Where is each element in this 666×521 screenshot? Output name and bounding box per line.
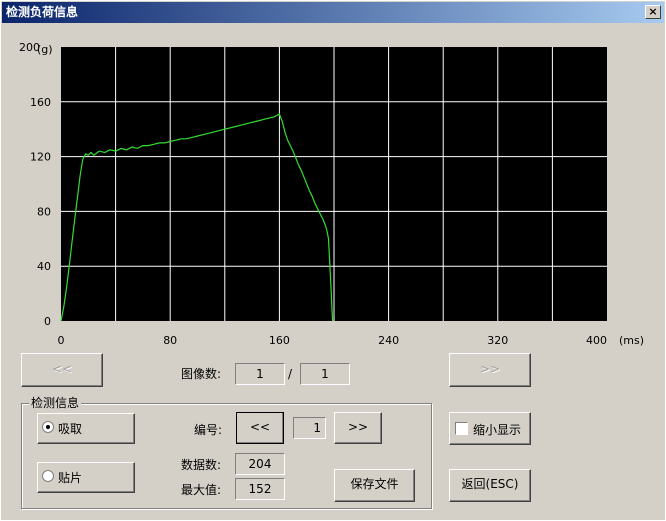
number-label: 编号: <box>194 423 223 437</box>
save-file-button[interactable]: 保存文件 <box>334 469 415 502</box>
return-button[interactable]: 返回(ESC) <box>449 469 531 502</box>
shrink-display-checkbox[interactable]: 缩小显示 <box>449 412 531 445</box>
x-axis-unit: (ms) <box>619 334 644 347</box>
window-title: 检测负荷信息 <box>6 5 79 19</box>
shrink-display-label: 缩小显示 <box>473 423 522 437</box>
x-tick-label: 160 <box>269 334 290 347</box>
image-count-label: 图像数: <box>181 367 222 381</box>
y-tick-label: 40 <box>37 260 51 273</box>
y-tick-label: 160 <box>30 96 51 109</box>
radio-suck-indicator[interactable] <box>42 421 54 433</box>
shrink-checkbox-box[interactable] <box>455 422 468 435</box>
x-tick-label: 240 <box>378 334 399 347</box>
y-tick-label: 80 <box>37 205 51 218</box>
number-prev-button[interactable]: << <box>236 412 284 444</box>
number-field: 1 <box>293 417 326 439</box>
next-image-button[interactable]: >> <box>449 353 531 387</box>
x-tick-label: 80 <box>163 334 177 347</box>
data-count-field: 204 <box>235 453 285 475</box>
radio-suck-label: 吸取 <box>58 422 83 436</box>
close-button[interactable]: × <box>645 5 661 19</box>
image-current-field: 1 <box>235 363 285 385</box>
x-tick-label: 320 <box>487 334 508 347</box>
max-value-label: 最大值: <box>181 483 222 497</box>
x-tick-labels: 0 80 160 240 320 400 <box>58 334 608 347</box>
radio-paste-label: 贴片 <box>58 471 83 485</box>
detect-info-title: 检测信息 <box>29 395 82 411</box>
radio-suck[interactable]: 吸取 <box>37 413 135 444</box>
y-tick-label: 0 <box>44 315 51 328</box>
radio-paste[interactable]: 贴片 <box>37 462 135 493</box>
number-next-button[interactable]: >> <box>334 412 382 444</box>
load-chart: (g) (ms) 20016012080400 0 80 160 240 320 400 <box>19 41 644 347</box>
data-count-label: 数据数: <box>181 458 222 472</box>
image-total-field: 1 <box>300 363 350 385</box>
y-tick-label: 120 <box>30 151 51 164</box>
title-bar: 检测负荷信息 × <box>2 2 664 23</box>
max-value-field: 152 <box>235 478 285 500</box>
y-tick-labels: 200 160 120 80 40 0 <box>19 41 51 328</box>
radio-paste-indicator[interactable] <box>42 470 54 482</box>
image-count-separator: / <box>288 367 293 381</box>
x-tick-label: 0 <box>58 334 65 347</box>
y-tick-label: 200 <box>19 41 40 54</box>
x-tick-label: 400 <box>586 334 607 347</box>
dialog-window: 检测负荷信息 × (g) (ms) 200 160 120 80 40 0 0 80 160 2… <box>0 0 666 521</box>
prev-image-button[interactable]: << <box>21 353 103 387</box>
